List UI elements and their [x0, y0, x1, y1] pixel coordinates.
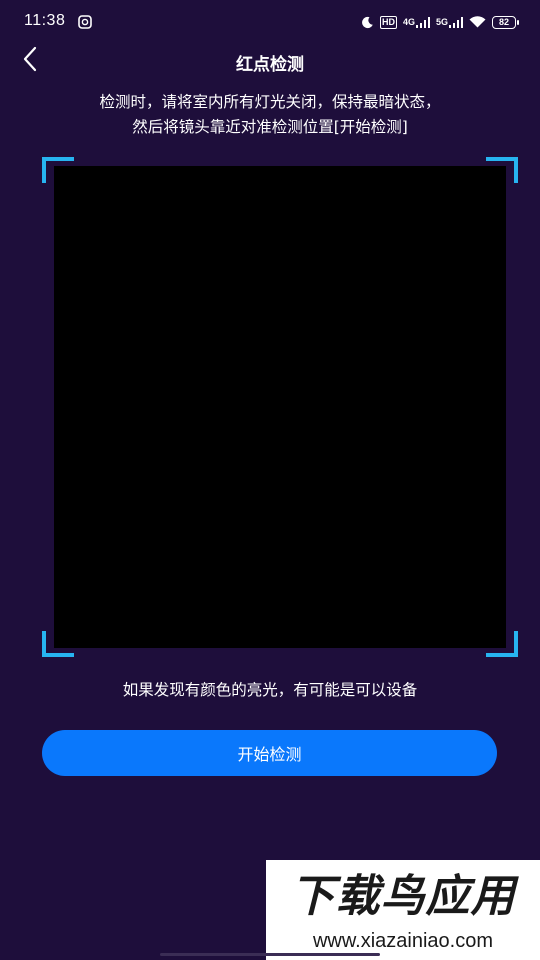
status-icons: HD 4G 5G 82 [361, 12, 519, 32]
camera-preview [54, 166, 506, 648]
instructions-line-1: 检测时，请将室内所有灯光关闭，保持最暗状态， [99, 93, 441, 111]
corner-bottom-right [486, 631, 518, 657]
battery-level: 82 [498, 17, 509, 27]
corner-bottom-left [42, 631, 74, 657]
hint-text: 如果发现有颜色的亮光，有可能是可以设备 [122, 681, 418, 699]
home-indicator [160, 953, 380, 956]
hd-icon: HD [379, 15, 397, 29]
nav-bar: 红点检测 [0, 40, 540, 82]
corner-top-right [486, 157, 518, 183]
watermark-url: www.xiazainiao.com [312, 930, 494, 952]
signal-5g-icon: 5G [435, 16, 463, 28]
page-title: 红点检测 [236, 55, 304, 75]
instructions-text: 检测时，请将室内所有灯光关闭，保持最暗状态， 然后将镜头靠近对准检测位置[开始检… [30, 90, 510, 140]
watermark: 下载鸟应用 www.xiazainiao.com [266, 860, 540, 960]
corner-top-left [42, 157, 74, 183]
camera-frame [42, 157, 518, 657]
watermark-title: 下载鸟应用 [290, 871, 516, 922]
app-notification-icon [78, 14, 92, 29]
battery-icon: 82 [492, 15, 519, 29]
signal-4g-icon: 4G [402, 16, 430, 28]
net1-label: 4G [402, 16, 415, 27]
moon-icon [361, 16, 374, 29]
status-bar: 11:38 HD 4G 5G 82 [0, 0, 540, 44]
start-detection-button[interactable]: 开始检测 [42, 730, 497, 776]
instructions-line-2: 然后将镜头靠近对准检测位置[开始检测] [132, 118, 408, 136]
status-time: 11:38 [24, 12, 66, 29]
net2-label: 5G [435, 16, 448, 27]
start-detection-label: 开始检测 [237, 745, 302, 764]
hd-label: HD [379, 15, 397, 29]
wifi-icon [469, 16, 486, 28]
